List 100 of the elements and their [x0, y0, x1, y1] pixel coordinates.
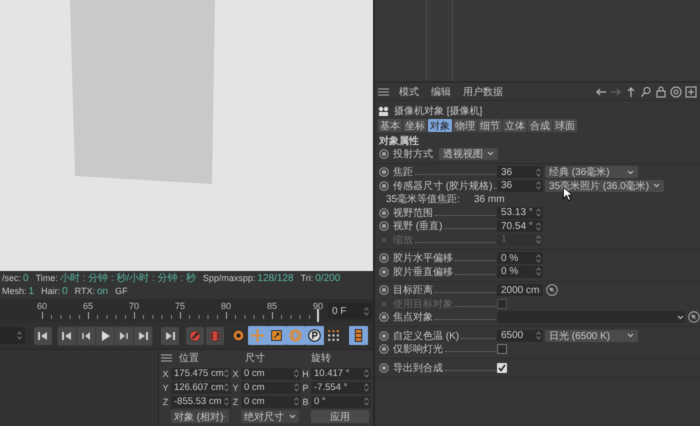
link-field[interactable]: [497, 311, 686, 324]
radio-dot-icon[interactable]: [379, 208, 389, 218]
size-field[interactable]: 0 cm: [241, 368, 301, 380]
position-field[interactable]: -855.53 cm: [171, 396, 231, 408]
size-field[interactable]: 0 cm: [241, 396, 301, 408]
spin-arrows-icon[interactable]: [536, 222, 541, 231]
spin-arrows-icon[interactable]: [224, 383, 229, 392]
previous-frame-button[interactable]: [77, 326, 95, 344]
number-field[interactable]: 70.54 °: [497, 220, 543, 232]
dropdown[interactable]: 对象 (相对): [171, 410, 229, 423]
number-field[interactable]: 6500: [497, 330, 543, 342]
tab[interactable]: 合成: [528, 119, 552, 132]
previous-key-button[interactable]: [58, 326, 76, 344]
plus-box-icon[interactable]: [685, 86, 697, 98]
position-field[interactable]: 175.475 cm: [171, 368, 231, 380]
menu-icon[interactable]: [161, 354, 172, 362]
search-icon[interactable]: [640, 86, 652, 98]
dropdown[interactable]: 经典 (36毫米): [545, 166, 638, 178]
tab[interactable]: 坐标: [403, 119, 427, 132]
number-field[interactable]: 36: [497, 166, 543, 178]
spin-arrows-icon[interactable]: [536, 208, 541, 218]
menu-icon[interactable]: [378, 88, 389, 96]
spin-arrows-icon[interactable]: [294, 369, 299, 378]
number-field[interactable]: 36: [497, 180, 543, 192]
position-field[interactable]: 126.607 cm: [171, 382, 231, 394]
number-field[interactable]: 0 %: [497, 252, 543, 264]
apply-button[interactable]: 应用: [311, 410, 369, 423]
letter-p-icon: [308, 329, 321, 342]
number-field[interactable]: 53.13 °: [497, 206, 543, 219]
lock-icon[interactable]: [655, 86, 667, 98]
next-frame-button[interactable]: [115, 326, 133, 344]
rotation-field[interactable]: -7.554 °: [311, 382, 371, 394]
time-input-field[interactable]: [0, 327, 25, 344]
tab[interactable]: 球面: [553, 119, 577, 132]
radio-dot-icon[interactable]: [379, 148, 389, 159]
arrow-up-icon[interactable]: [625, 86, 637, 98]
checkbox[interactable]: [497, 344, 507, 354]
frame-field[interactable]: 0 F: [328, 303, 372, 319]
spin-arrows-icon[interactable]: [536, 181, 541, 190]
frame-number: 90: [313, 300, 324, 311]
spin-arrows-icon[interactable]: [364, 397, 369, 406]
radio-dot-icon[interactable]: [379, 253, 389, 264]
rotation-field[interactable]: 0 °: [311, 396, 371, 408]
number-field[interactable]: 2000 cm: [497, 284, 543, 296]
radio-dot-icon[interactable]: [379, 362, 389, 373]
menu-item[interactable]: 用户数据: [461, 84, 505, 98]
caret-icon: [653, 183, 660, 188]
status-label: Spp/maxspp:: [202, 273, 256, 283]
dropdown[interactable]: 日光 (6500 K): [545, 330, 638, 342]
radio-dot-icon[interactable]: [379, 312, 389, 322]
film-button[interactable]: [349, 326, 368, 345]
axis-label: H: [301, 368, 310, 378]
spin-arrows-icon[interactable]: [17, 331, 22, 340]
axis-label: Y: [161, 382, 170, 392]
tab[interactable]: 细节: [478, 119, 502, 132]
play-button[interactable]: [96, 326, 114, 344]
tab[interactable]: 立体: [503, 119, 527, 132]
radio-dot-icon[interactable]: [379, 330, 389, 341]
spin-arrows-icon[interactable]: [364, 369, 369, 378]
auto-key-button[interactable]: [206, 326, 224, 344]
first-frame-button[interactable]: [34, 326, 52, 344]
target-circle-icon[interactable]: [670, 86, 682, 98]
spin-arrows-icon[interactable]: [364, 306, 369, 316]
arrow-left-icon[interactable]: [595, 86, 607, 98]
radio-dot-icon[interactable]: [379, 180, 389, 191]
spin-arrows-icon[interactable]: [364, 383, 369, 392]
radio-dot-icon[interactable]: [379, 221, 389, 232]
caret-icon: [677, 314, 684, 320]
next-key-button[interactable]: [134, 326, 152, 344]
picker-icon[interactable]: [688, 311, 700, 324]
last-frame-button[interactable]: [161, 326, 179, 344]
tab[interactable]: 物理: [453, 119, 477, 132]
dropdown[interactable]: 透视视图: [439, 148, 498, 160]
picker-icon[interactable]: [546, 284, 558, 296]
radio-dot-icon[interactable]: [379, 285, 389, 296]
spin-arrows-icon[interactable]: [294, 397, 299, 406]
radio-dot-icon[interactable]: [379, 167, 389, 178]
spin-arrows-icon[interactable]: [536, 254, 541, 263]
spin-arrows-icon[interactable]: [536, 168, 541, 177]
spin-arrows-icon[interactable]: [536, 267, 541, 276]
tab[interactable]: 基本: [378, 119, 402, 132]
last-frame-icon: [164, 330, 176, 342]
radio-dot-icon[interactable]: [379, 266, 389, 277]
spin-arrows-icon[interactable]: [224, 369, 229, 378]
spin-arrows-icon[interactable]: [536, 331, 541, 340]
radio-dot-icon[interactable]: [379, 344, 389, 354]
checkbox[interactable]: [497, 362, 507, 373]
column-header: 位置: [179, 352, 200, 365]
menu-item[interactable]: 编辑: [429, 84, 453, 98]
spin-arrows-icon[interactable]: [294, 383, 299, 392]
parameter-tool-button[interactable]: [305, 326, 324, 345]
spin-arrows-icon[interactable]: [536, 235, 541, 244]
size-field[interactable]: 0 cm: [241, 382, 301, 394]
spin-arrows-icon[interactable]: [224, 397, 229, 406]
rotation-field[interactable]: 10.417 °: [311, 368, 371, 380]
number-field[interactable]: 0 %: [497, 266, 543, 278]
tab[interactable]: 对象: [428, 119, 452, 132]
dropdown[interactable]: 绝对尺寸: [241, 410, 299, 423]
menu-item[interactable]: 模式: [397, 84, 421, 98]
record-key-button[interactable]: [186, 326, 204, 344]
